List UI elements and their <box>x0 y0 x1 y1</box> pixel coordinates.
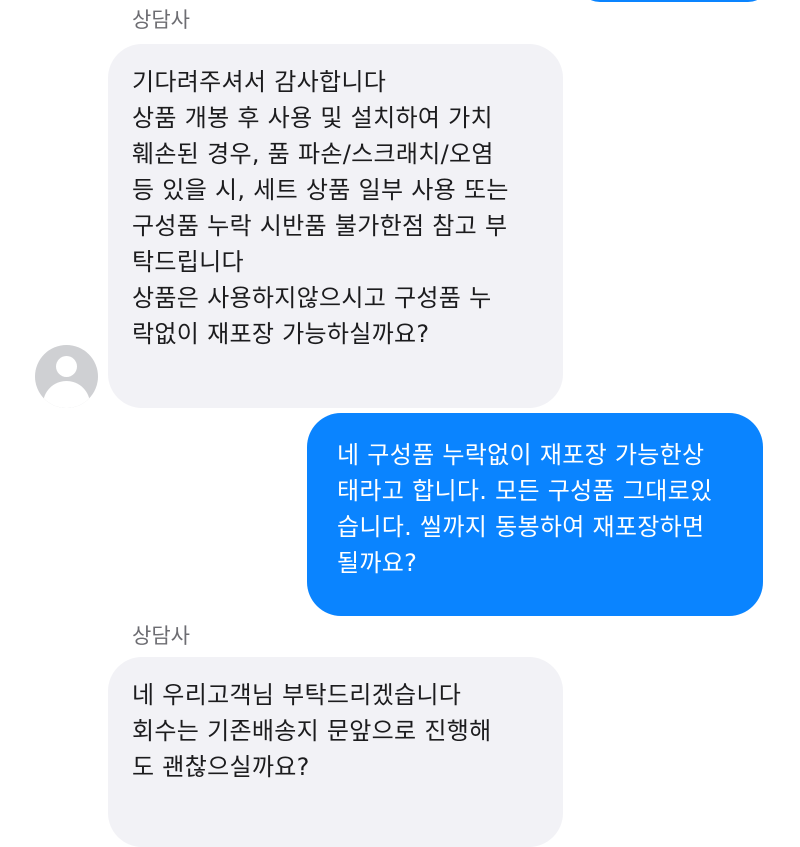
sender-name: 상담사 <box>132 8 190 32</box>
message-line: 네 구성품 누락없이 재포장 가능한상 <box>337 441 705 469</box>
message-line: 상품 개봉 후 사용 및 설치하여 가치 <box>132 104 493 132</box>
received-message-bubble[interactable]: 네 우리고객님 부탁드리겠습니다 회수는 기존배송지 문앞으로 진행해 도 괜찮… <box>108 657 563 847</box>
message-line: 구성품 누락 시반품 불가한점 참고 부 <box>132 212 508 240</box>
received-message-bubble[interactable]: 기다려주셔서 감사합니다 상품 개봉 후 사용 및 설치하여 가치 훼손된 경우… <box>108 44 563 408</box>
agent-avatar[interactable] <box>35 345 98 408</box>
message-line: 습니다. 씰까지 동봉하여 재포장하면 <box>337 513 705 541</box>
sent-message-bubble[interactable]: 네 구성품 누락없이 재포장 가능한상 태라고 합니다. 모든 구성품 그대로있… <box>307 413 763 616</box>
previous-sent-message-bubble <box>578 0 770 2</box>
message-line: 네 우리고객님 부탁드리겠습니다 <box>132 681 462 709</box>
message-line: 락없이 재포장 가능하실까요? <box>132 320 430 348</box>
message-line: 도 괜찮으실까요? <box>132 753 310 781</box>
sender-name: 상담사 <box>132 624 190 648</box>
message-line: 훼손된 경우, 품 파손/스크래치/오염 <box>132 140 494 168</box>
message-line: 탁드립니다 <box>132 248 244 276</box>
message-line: 상품은 사용하지않으시고 구성품 누 <box>132 284 492 312</box>
message-line: 될까요? <box>337 549 418 577</box>
message-line: 등 있을 시, 세트 상품 일부 사용 또는 <box>132 176 509 204</box>
message-line: 기다려주셔서 감사합니다 <box>132 68 387 96</box>
message-line: 회수는 기존배송지 문앞으로 진행해 <box>132 717 492 745</box>
message-line: 태라고 합니다. 모든 구성품 그대로있 <box>337 477 713 505</box>
